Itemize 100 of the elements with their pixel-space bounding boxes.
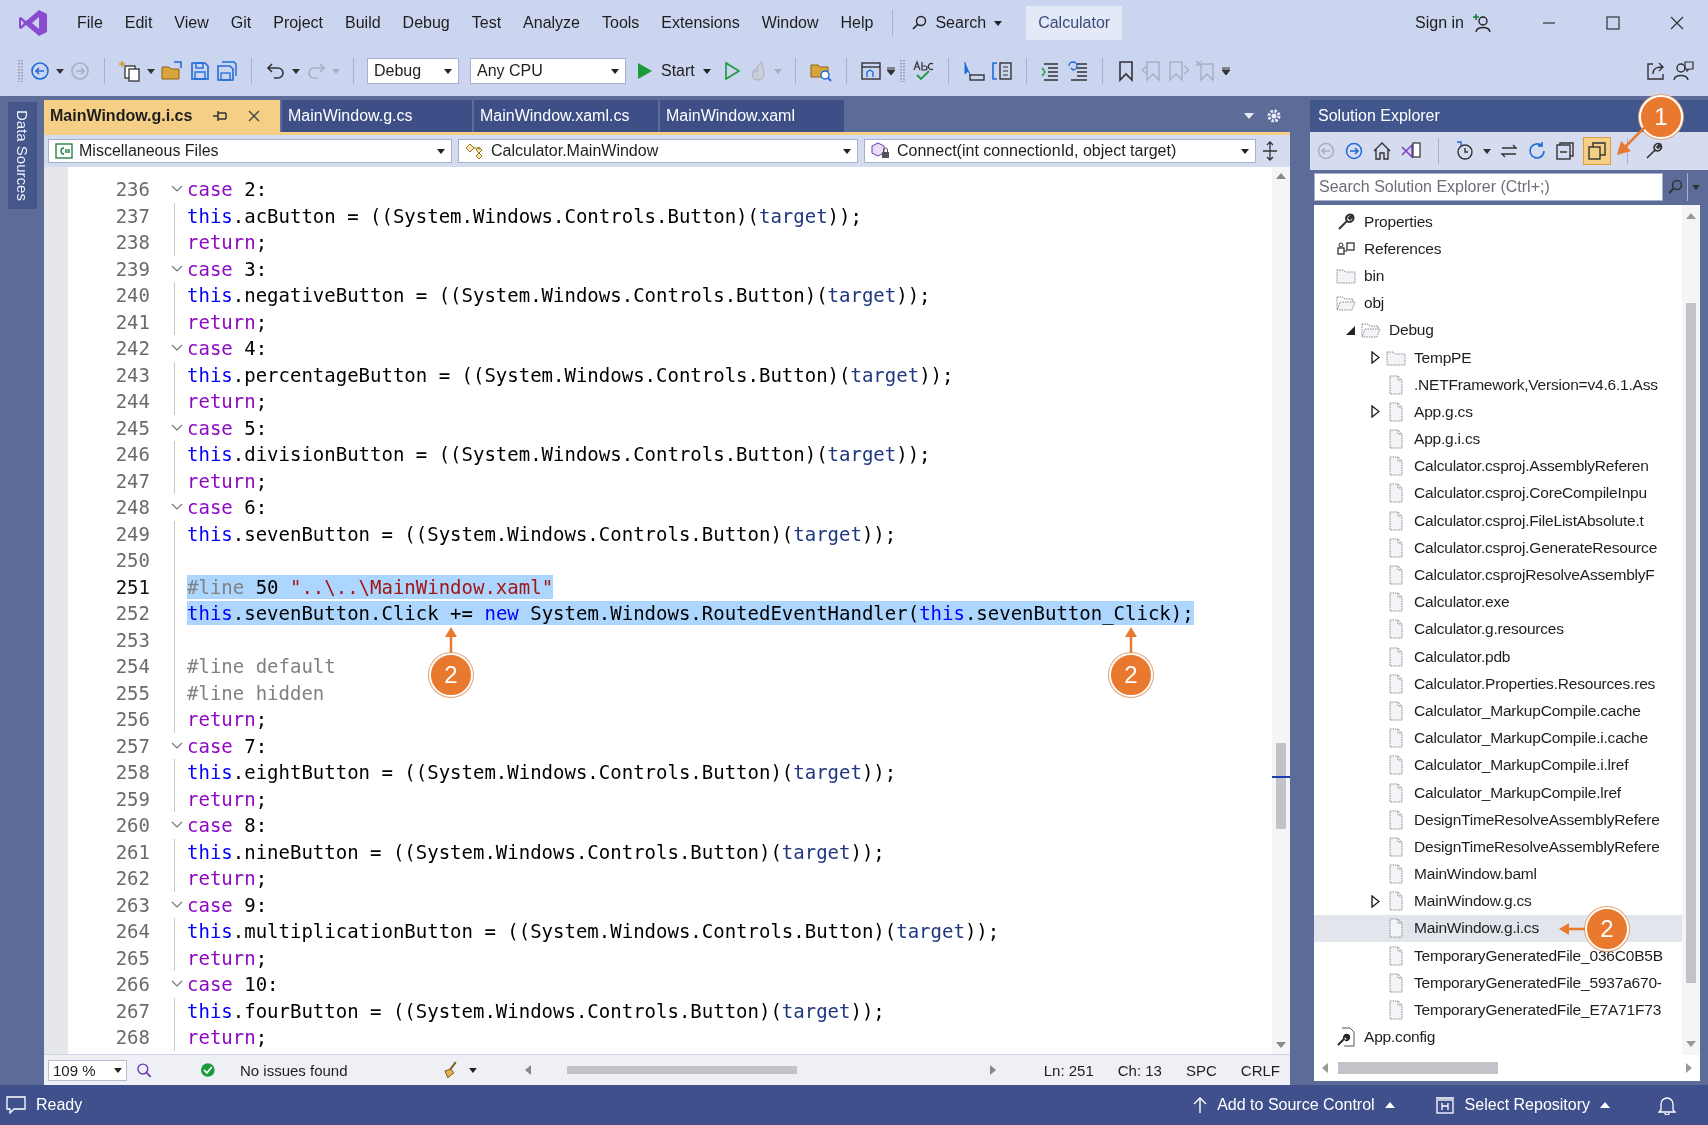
- line-position: Ln: 251: [1043, 1061, 1094, 1079]
- tree-item[interactable]: obj: [1314, 289, 1682, 317]
- tree-item[interactable]: Calculator.g.resources: [1314, 615, 1682, 643]
- tree-item[interactable]: DesignTimeResolveAssemblyRefere: [1314, 806, 1682, 834]
- tree-item[interactable]: Calculator.csproj.FileListAbsolute.t: [1314, 507, 1682, 535]
- line-number: 255: [114, 681, 150, 704]
- menu-item[interactable]: Extensions: [650, 14, 751, 32]
- line-number: 260: [114, 814, 150, 837]
- line-number: 239: [114, 257, 150, 280]
- document-tab[interactable]: MainWindow.g.i.cs: [44, 100, 280, 132]
- line-number: 243: [114, 363, 150, 386]
- tree-item[interactable]: Calculator.csproj.CoreCompileInpu: [1314, 479, 1682, 508]
- sign-in-link[interactable]: Sign in: [1415, 14, 1464, 32]
- code-line: return;: [187, 786, 268, 811]
- menu-item[interactable]: Test: [460, 14, 513, 32]
- tree-item[interactable]: Calculator_MarkupCompile.i.lref: [1314, 751, 1682, 779]
- code-line: case 3:: [187, 256, 268, 281]
- line-number: 268: [114, 1026, 150, 1049]
- line-number: 240: [114, 284, 150, 307]
- code-line: return;: [187, 1025, 268, 1050]
- code-line: this.nineButton = ((System.Windows.Controls.Button)(target));: [187, 839, 885, 864]
- code-line: case 2:: [187, 177, 268, 202]
- tree-item[interactable]: .NETFramework,Version=v4.6.1.Ass: [1314, 371, 1682, 399]
- code-line: this.multiplicationButton = ((System.Windows.Controls.Button)(target));: [187, 919, 1000, 944]
- code-line: #line default: [187, 654, 336, 679]
- code-line: this.fourButton = ((System.Windows.Controls.Button)(target));: [187, 998, 885, 1023]
- issues-status[interactable]: No issues found: [240, 1061, 348, 1079]
- code-line: case 6:: [187, 495, 268, 520]
- line-number: 250: [114, 549, 150, 572]
- code-line: case 7:: [187, 733, 268, 758]
- line-number: 236: [114, 178, 150, 201]
- tree-item[interactable]: References: [1314, 235, 1682, 263]
- zoom-dropdown[interactable]: 109 %: [48, 1059, 127, 1081]
- code-line: return;: [187, 707, 268, 732]
- tree-item[interactable]: App.g.i.cs: [1314, 425, 1682, 453]
- tree-item[interactable]: MainWindow.baml: [1314, 860, 1682, 888]
- tree-item[interactable]: Calculator_MarkupCompile.cache: [1314, 697, 1682, 725]
- line-number: 237: [114, 204, 150, 227]
- tree-item[interactable]: Calculator.pdb: [1314, 643, 1682, 671]
- menu-item[interactable]: Debug: [391, 14, 461, 32]
- menu-item[interactable]: Edit: [113, 14, 164, 32]
- tree-item[interactable]: Calculator.Properties.Resources.res: [1314, 670, 1682, 698]
- menu-item[interactable]: Build: [334, 14, 392, 32]
- line-number: 266: [114, 973, 150, 996]
- menu-item[interactable]: Project: [262, 14, 334, 32]
- platform-dropdown[interactable]: Any CPU: [470, 58, 626, 84]
- menu-item[interactable]: View: [163, 14, 220, 32]
- document-tab[interactable]: MainWindow.g.cs: [282, 100, 472, 132]
- search-button[interactable]: Search: [901, 10, 1013, 36]
- tree-item[interactable]: Calculator.csproj.GenerateResource: [1314, 534, 1682, 562]
- line-number: 248: [114, 496, 150, 519]
- line-number: 242: [114, 337, 150, 360]
- tree-item[interactable]: Calculator.csprojResolveAssemblyF: [1314, 561, 1682, 589]
- line-number: 256: [114, 708, 150, 731]
- document-tab[interactable]: MainWindow.xaml.cs: [474, 100, 658, 132]
- menu-item[interactable]: Analyze: [512, 14, 591, 32]
- tree-item[interactable]: Debug: [1314, 316, 1682, 344]
- status-text: Ready: [36, 1096, 83, 1114]
- tree-item[interactable]: App.config: [1314, 1023, 1682, 1051]
- start-button[interactable]: Start: [631, 60, 717, 82]
- tree-item[interactable]: Properties: [1314, 208, 1682, 236]
- line-number: 262: [114, 867, 150, 890]
- tree-item[interactable]: Calculator_MarkupCompile.i.cache: [1314, 724, 1682, 752]
- code-line: #line hidden: [187, 680, 325, 705]
- tree-item[interactable]: DesignTimeResolveAssemblyRefere: [1314, 833, 1682, 861]
- source-control-button[interactable]: Add to Source Control: [1185, 1092, 1403, 1118]
- menu-item[interactable]: Window: [750, 14, 830, 32]
- line-number: 244: [114, 390, 150, 413]
- tree-item[interactable]: Calculator.exe: [1314, 588, 1682, 616]
- tree-item[interactable]: App.g.cs: [1314, 398, 1682, 426]
- indent-mode[interactable]: SPC: [1185, 1061, 1217, 1079]
- line-number: 246: [114, 443, 150, 466]
- document-tab[interactable]: MainWindow.xaml: [660, 100, 844, 132]
- line-number: 261: [114, 840, 150, 863]
- code-line: return;: [187, 866, 268, 891]
- tree-item[interactable]: bin: [1314, 262, 1682, 290]
- code-line: case 4:: [187, 336, 268, 361]
- type-dropdown[interactable]: Calculator.MainWindow: [458, 139, 858, 163]
- member-dropdown[interactable]: Connect(int connectionId, object target): [864, 139, 1256, 163]
- code-line: case 9:: [187, 892, 268, 917]
- configuration-dropdown[interactable]: Debug: [367, 58, 459, 84]
- project-dropdown[interactable]: Miscellaneous Files: [48, 139, 452, 163]
- tree-item[interactable]: TemporaryGeneratedFile_5937a670-: [1314, 969, 1682, 997]
- repository-button[interactable]: Select Repository: [1426, 1092, 1618, 1118]
- menu-item[interactable]: File: [66, 14, 114, 32]
- code-line: return;: [187, 230, 268, 255]
- tree-item[interactable]: TempPE: [1314, 343, 1682, 372]
- tree-item[interactable]: Calculator.csproj.AssemblyReferen: [1314, 452, 1682, 480]
- menu-item[interactable]: Tools: [591, 14, 651, 32]
- code-line: case 5:: [187, 415, 268, 440]
- line-number: 249: [114, 522, 150, 545]
- tree-item[interactable]: TemporaryGeneratedFile_E7A71F73: [1314, 996, 1682, 1024]
- line-number: 252: [114, 602, 150, 625]
- search-field[interactable]: Search Solution Explorer (Ctrl+;): [1314, 173, 1663, 201]
- menu-item[interactable]: Help: [829, 14, 885, 32]
- side-tab[interactable]: Data Sources: [7, 102, 37, 209]
- column-position: Ch: 13: [1117, 1061, 1162, 1079]
- menu-item[interactable]: Git: [219, 14, 263, 32]
- tree-item[interactable]: Calculator_MarkupCompile.lref: [1314, 778, 1682, 807]
- line-ending-mode[interactable]: CRLF: [1240, 1061, 1280, 1079]
